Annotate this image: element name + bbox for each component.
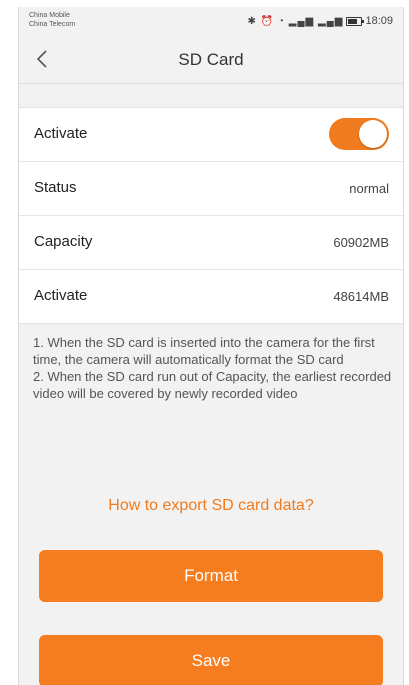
settings-list: Activate Status normal Capacity 60902MB … xyxy=(19,107,403,324)
capacity-value: 60902MB xyxy=(333,235,389,250)
activate-value: 48614MB xyxy=(333,289,389,304)
activate-toggle-row: Activate xyxy=(19,108,403,162)
status-icons: ✱ ⏰ ◔ ▂▄▆ ▂▄▆ 18:09 xyxy=(248,15,393,27)
note-1: 1. When the SD card is inserted into the… xyxy=(33,335,375,367)
note-2: 2. When the SD card run out of Capacity,… xyxy=(33,369,392,401)
status-label: Status xyxy=(34,179,77,196)
status-row: Status normal xyxy=(19,162,403,216)
carrier-1: China Mobile xyxy=(29,12,70,19)
toggle-knob xyxy=(359,120,387,148)
carrier-info: China Mobile China Telecom xyxy=(29,11,75,29)
nav-bar: SD Card xyxy=(19,35,403,84)
clock: 18:09 xyxy=(365,15,393,27)
page-title: SD Card xyxy=(178,50,244,69)
activate-toggle[interactable] xyxy=(329,118,389,150)
sd-card-notes: 1. When the SD card is inserted into the… xyxy=(33,334,393,402)
carrier-2: China Telecom xyxy=(29,21,76,28)
export-sd-data-link[interactable]: How to export SD card data? xyxy=(19,497,403,515)
activate-space-row: Activate 48614MB xyxy=(19,270,403,323)
app-screen: China Mobile China Telecom ✱ ⏰ ◔ ▂▄▆ ▂▄▆… xyxy=(18,7,404,685)
system-icons: ✱ ⏰ ◔ ▂▄▆ ▂▄▆ xyxy=(247,15,344,27)
capacity-row: Capacity 60902MB xyxy=(19,216,403,270)
status-value: normal xyxy=(349,181,389,196)
capacity-label: Capacity xyxy=(34,233,93,250)
format-button[interactable]: Format xyxy=(39,550,383,602)
activate-toggle-label: Activate xyxy=(34,125,88,142)
activate-label: Activate xyxy=(34,287,88,304)
battery-icon xyxy=(346,16,365,26)
save-button[interactable]: Save xyxy=(39,635,383,685)
status-bar: China Mobile China Telecom ✱ ⏰ ◔ ▂▄▆ ▂▄▆… xyxy=(19,7,403,35)
